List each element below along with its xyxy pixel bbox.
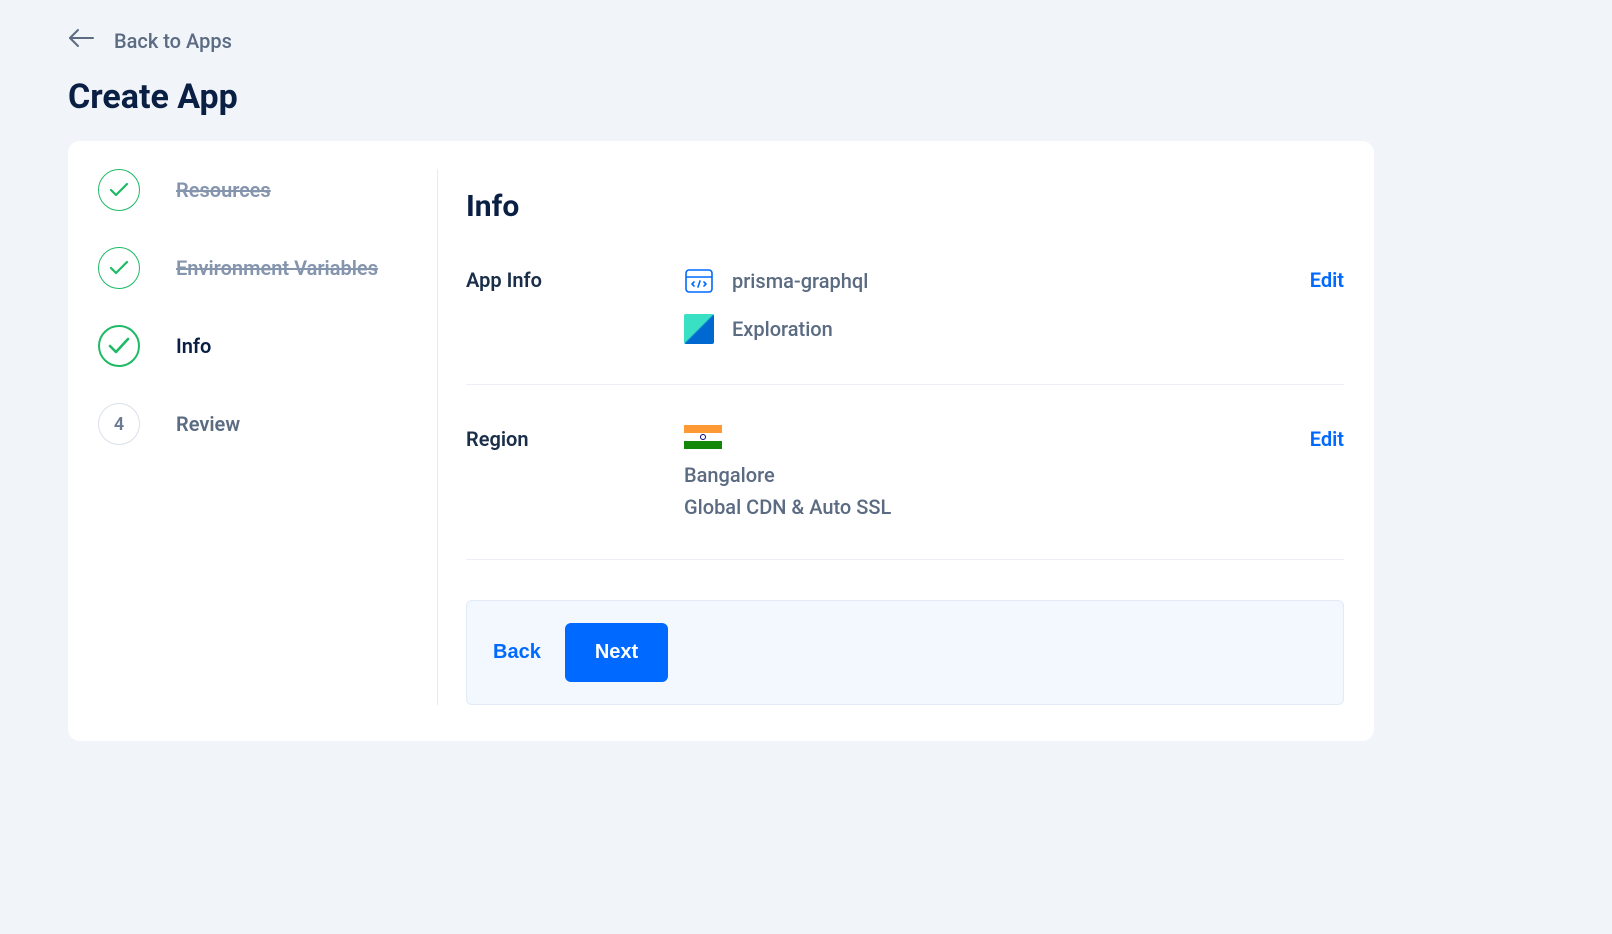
page-title: Create App bbox=[68, 77, 1612, 117]
edit-region-link[interactable]: Edit bbox=[1310, 425, 1344, 451]
region-row: Region Bangalore Global CDN & Auto SSL E… bbox=[466, 425, 1344, 560]
app-info-heading: App Info bbox=[466, 266, 684, 292]
wizard-sidebar: Resources Environment Variables Info bbox=[98, 169, 438, 705]
step-label: Environment Variables bbox=[176, 256, 378, 280]
arrow-left-icon bbox=[68, 28, 94, 53]
region-heading: Region bbox=[466, 425, 684, 451]
step-label: Resources bbox=[176, 178, 271, 202]
step-review[interactable]: 4 Review bbox=[98, 403, 409, 445]
check-icon bbox=[98, 325, 140, 367]
wizard-card: Resources Environment Variables Info bbox=[68, 141, 1374, 741]
wizard-main: Info App Info bbox=[438, 169, 1344, 705]
region-subtitle-value: Global CDN & Auto SSL bbox=[684, 495, 1310, 519]
edit-app-info-link[interactable]: Edit bbox=[1310, 266, 1344, 292]
check-icon bbox=[98, 247, 140, 289]
step-info[interactable]: Info bbox=[98, 325, 409, 367]
app-name-value: prisma-graphql bbox=[732, 269, 868, 293]
back-link-label: Back to Apps bbox=[114, 29, 232, 53]
region-city-value: Bangalore bbox=[684, 463, 1310, 487]
india-flag-icon bbox=[684, 425, 722, 449]
project-name-value: Exploration bbox=[732, 317, 833, 341]
back-button[interactable]: Back bbox=[493, 627, 541, 678]
app-browser-icon bbox=[684, 266, 714, 296]
app-info-row: App Info prisma-graphql bbox=[466, 266, 1344, 385]
back-to-apps-link[interactable]: Back to Apps bbox=[68, 28, 232, 53]
step-label: Review bbox=[176, 412, 240, 436]
next-button[interactable]: Next bbox=[565, 623, 668, 682]
check-icon bbox=[98, 169, 140, 211]
footer-action-bar: Back Next bbox=[466, 600, 1344, 705]
section-title: Info bbox=[466, 189, 1344, 224]
project-icon bbox=[684, 314, 714, 344]
step-label: Info bbox=[176, 334, 211, 358]
step-environment-variables[interactable]: Environment Variables bbox=[98, 247, 409, 289]
step-resources[interactable]: Resources bbox=[98, 169, 409, 211]
step-number-icon: 4 bbox=[98, 403, 140, 445]
